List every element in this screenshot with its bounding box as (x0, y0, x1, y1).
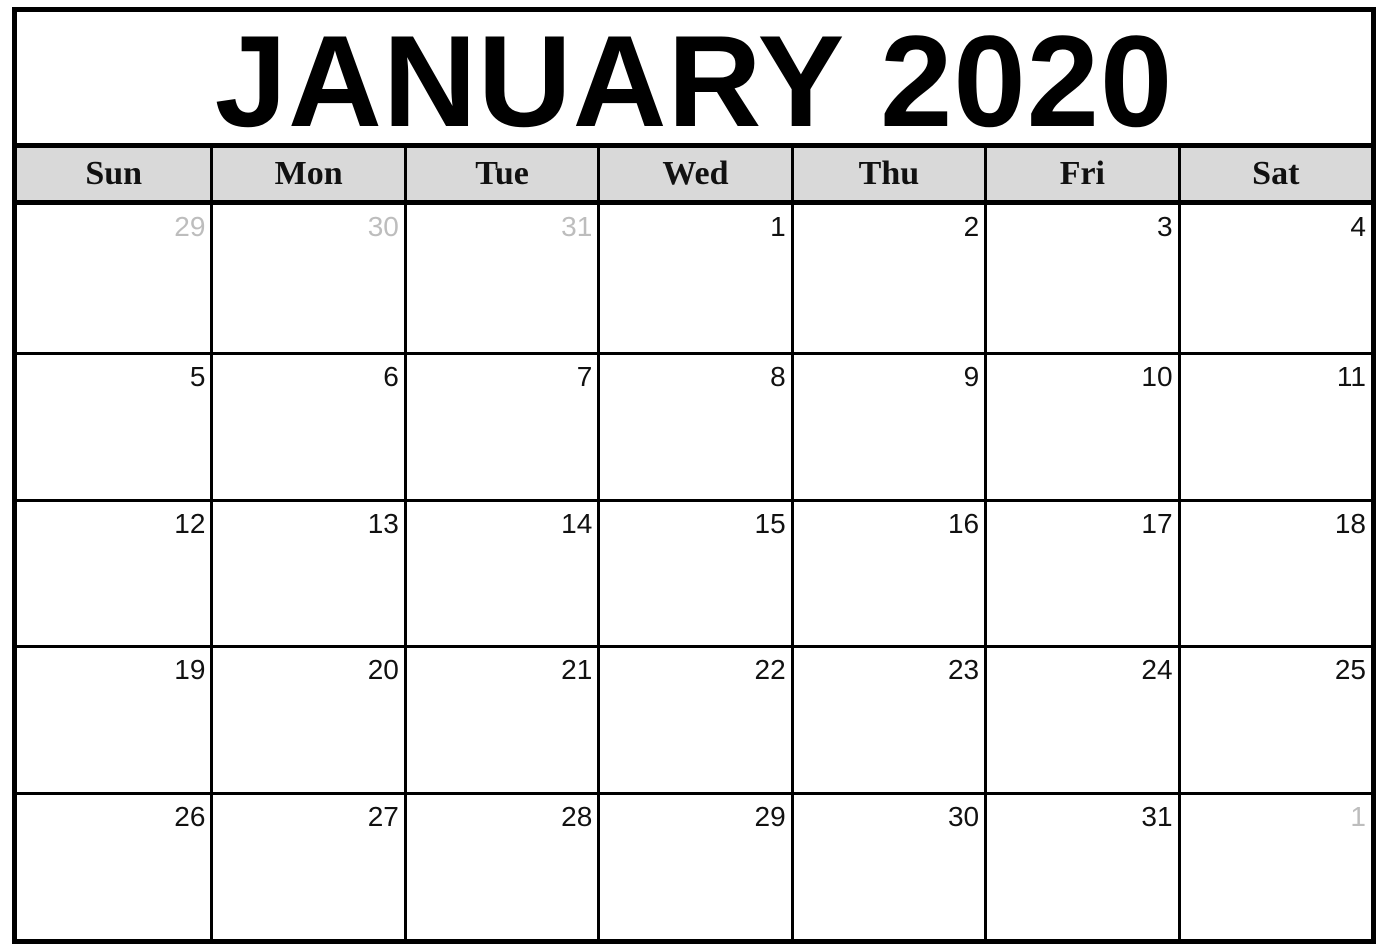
day-cell[interactable]: 10 (984, 351, 1178, 499)
day-cell[interactable]: 9 (790, 351, 985, 499)
calendar: JANUARY 2020 Sun Mon Tue Wed Thu Fri Sat 29 30 3… (12, 7, 1376, 944)
day-number: 12 (174, 507, 206, 539)
day-number: 11 (1336, 360, 1366, 392)
day-cell[interactable]: 28 (403, 792, 598, 939)
day-cell[interactable]: 1 (597, 205, 790, 352)
day-cell[interactable]: 13 (210, 498, 404, 646)
day-number: 25 (1334, 654, 1366, 686)
day-number: 14 (561, 507, 593, 539)
day-number: 16 (947, 507, 980, 539)
day-number: 8 (770, 360, 786, 392)
weekday-fri: Fri (984, 148, 1177, 200)
day-cell[interactable]: 7 (403, 351, 598, 499)
day-cell[interactable]: 18 (1177, 498, 1371, 646)
weekday-sun: Sun (85, 155, 143, 192)
weekday-wed: Wed (597, 148, 790, 200)
day-cell[interactable]: 2 (790, 205, 984, 352)
weekday-thu: Thu (790, 148, 984, 200)
day-number: 18 (1334, 507, 1366, 539)
day-cell[interactable]: 21 (403, 645, 598, 793)
day-cell[interactable]: 22 (597, 645, 791, 793)
day-cell[interactable]: 19 (17, 645, 211, 792)
day-number: 13 (367, 507, 399, 539)
day-cell[interactable]: 27 (210, 792, 404, 939)
day-cell[interactable]: 30 (790, 792, 985, 939)
day-number: 24 (1141, 654, 1173, 686)
day-cell[interactable]: 15 (597, 498, 791, 646)
weekday-sat: Sat (1177, 148, 1371, 200)
day-cell[interactable]: 16 (790, 498, 985, 646)
day-number: 1 (1350, 801, 1366, 833)
day-cell[interactable]: 14 (403, 498, 598, 646)
day-number: 23 (947, 654, 980, 686)
day-number: 30 (947, 801, 980, 833)
day-cell[interactable]: 25 (1177, 645, 1371, 793)
day-cell[interactable]: 30 (210, 205, 403, 352)
day-number: 31 (561, 211, 593, 242)
day-cell[interactable]: 4 (1177, 205, 1371, 352)
day-cell[interactable]: 5 (17, 351, 211, 499)
day-number: 1 (770, 211, 786, 242)
day-cell[interactable]: 24 (984, 645, 1178, 793)
day-number: 3 (1156, 211, 1173, 242)
day-number: 27 (367, 801, 399, 833)
day-number: 26 (174, 801, 206, 833)
day-cell[interactable]: 31 (403, 205, 597, 352)
day-number: 10 (1141, 360, 1173, 392)
month-title: JANUARY 2020 (214, 7, 1174, 154)
day-number: 17 (1141, 507, 1173, 539)
weekday-mon: Mon (210, 148, 403, 200)
day-cell[interactable]: 8 (597, 351, 791, 499)
day-number: 6 (383, 360, 399, 392)
day-number: 21 (561, 654, 593, 686)
day-cell[interactable]: 29 (597, 792, 791, 939)
day-number: 9 (963, 360, 980, 392)
day-number: 31 (1141, 801, 1173, 833)
day-number: 29 (174, 211, 206, 242)
day-number: 2 (963, 211, 980, 242)
day-number: 7 (576, 360, 593, 392)
day-number: 29 (754, 801, 786, 833)
day-cell[interactable]: 26 (17, 792, 211, 939)
day-cell[interactable]: 12 (17, 498, 211, 646)
weekday-header: Sun Mon Tue Wed Thu Fri Sat (17, 143, 1371, 205)
day-cell[interactable]: 3 (984, 205, 1177, 352)
day-number: 15 (754, 507, 786, 539)
day-number: 28 (561, 801, 593, 833)
day-number: 30 (367, 211, 399, 242)
day-cell[interactable]: 1 (1177, 792, 1371, 939)
day-cell[interactable]: 31 (984, 792, 1178, 939)
day-grid: 29 30 31 1 2 3 4 5 6 7 8 9 10 11 12 13 14 15 16 17 18 19 20 21 2… (17, 205, 1371, 939)
day-cell[interactable]: 23 (790, 645, 985, 793)
day-cell[interactable]: 11 (1177, 351, 1371, 499)
day-number: 19 (174, 654, 206, 686)
weekday-tue: Tue (403, 148, 597, 200)
day-cell[interactable]: 20 (210, 645, 404, 793)
day-cell[interactable]: 17 (984, 498, 1178, 646)
day-number: 22 (754, 654, 786, 686)
day-number: 20 (367, 654, 399, 686)
day-number: 4 (1350, 211, 1366, 242)
day-cell[interactable]: 6 (210, 351, 404, 499)
day-number: 5 (189, 360, 206, 392)
day-cell[interactable]: 29 (17, 205, 210, 352)
